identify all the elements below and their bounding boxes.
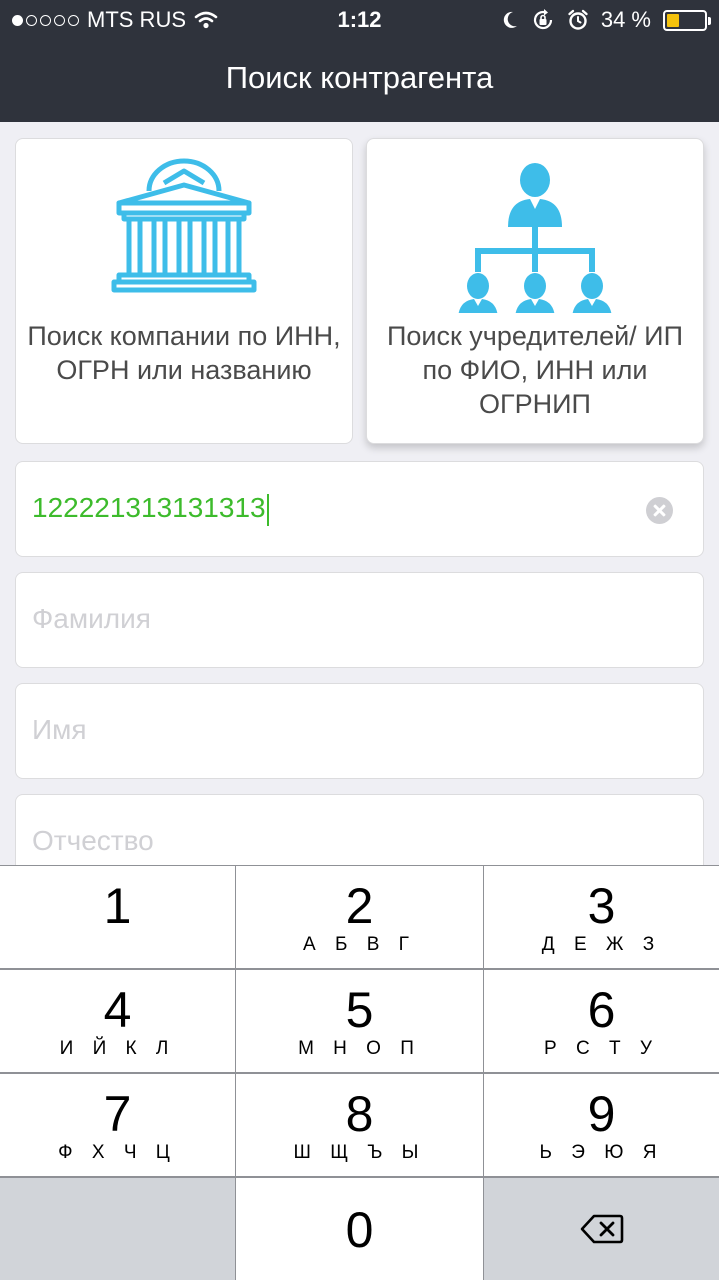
key-number: 7 (103, 1086, 132, 1142)
key-1[interactable]: 1 (0, 866, 235, 968)
status-right: 34 % (501, 7, 711, 33)
founder-search-label: Поиск учредителей/ ИП по ФИО, ИНН или ОГ… (386, 321, 683, 419)
key-letters: Ь Э Ю Я (539, 1142, 664, 1163)
battery-fill (667, 13, 680, 27)
battery-percent: 34 % (600, 7, 651, 32)
page-title: Поиск контрагента (225, 60, 494, 95)
key-6[interactable]: 6 Р С Т У (484, 970, 719, 1072)
screen: MTS RUS 1:12 34 % Поиск контрагента Поис… (0, 0, 719, 1280)
inn-value: 122221313131313 (32, 492, 266, 523)
org-chart-people-icon (458, 163, 612, 313)
key-number: 4 (103, 982, 132, 1038)
backspace-icon (580, 1214, 623, 1244)
company-search-card[interactable]: Поиск компании по ИНН, ОГРН или названию (15, 138, 353, 444)
delete-key[interactable] (484, 1178, 719, 1280)
rotation-lock-icon (533, 9, 552, 30)
name-placeholder: Имя (32, 714, 87, 745)
key-letters: Ш Щ Ъ Ы (293, 1142, 426, 1163)
battery-icon (663, 9, 711, 31)
key-8[interactable]: 8 Ш Щ Ъ Ы (236, 1074, 483, 1176)
key-number: 2 (345, 878, 374, 934)
alarm-icon (568, 9, 588, 30)
inn-input[interactable]: 122221313131313 (32, 492, 269, 526)
top-bar: MTS RUS 1:12 34 % Поиск контрагента (0, 0, 719, 122)
key-9[interactable]: 9 Ь Э Ю Я (484, 1074, 719, 1176)
company-search-label: Поиск компании по ИНН, ОГРН или названию (27, 321, 341, 385)
founder-search-card[interactable]: Поиск учредителей/ ИП по ФИО, ИНН или ОГ… (366, 138, 704, 444)
key-5[interactable]: 5 М Н О П (236, 970, 483, 1072)
key-letters: И Й К Л (59, 1038, 176, 1059)
key-number: 8 (345, 1086, 374, 1142)
text-cursor (266, 493, 269, 526)
key-number: 9 (587, 1086, 616, 1142)
key-letters: А Б В Г (303, 934, 416, 955)
status-bar: MTS RUS 1:12 34 % (0, 0, 719, 40)
inn-field[interactable]: 122221313131313 (15, 461, 704, 557)
key-0[interactable]: 0 (236, 1178, 483, 1280)
key-2[interactable]: 2 А Б В Г (236, 866, 483, 968)
key-number: 0 (345, 1202, 374, 1258)
surname-placeholder: Фамилия (32, 603, 151, 634)
name-field[interactable]: Имя (15, 683, 704, 779)
patronymic-placeholder: Отчество (32, 825, 154, 856)
key-number: 1 (103, 878, 132, 934)
moon-icon (503, 11, 517, 28)
key-letters: Д Е Ж З (541, 934, 662, 955)
key-number: 6 (587, 982, 616, 1038)
building-icon (111, 158, 257, 293)
key-letters: М Н О П (298, 1038, 421, 1059)
key-number: 3 (587, 878, 616, 934)
key-7[interactable]: 7 Ф Х Ч Ц (0, 1074, 235, 1176)
key-number: 5 (345, 982, 374, 1038)
numeric-keypad: 1 2 А Б В Г 3 Д Е Ж З 4 И Й К Л 5 М Н О … (0, 865, 719, 1280)
key-empty (0, 1178, 235, 1280)
key-3[interactable]: 3 Д Е Ж З (484, 866, 719, 968)
key-4[interactable]: 4 И Й К Л (0, 970, 235, 1072)
surname-field[interactable]: Фамилия (15, 572, 704, 668)
key-letters: Р С Т У (544, 1038, 659, 1059)
key-letters: Ф Х Ч Ц (58, 1142, 177, 1163)
clear-icon[interactable] (646, 497, 673, 524)
